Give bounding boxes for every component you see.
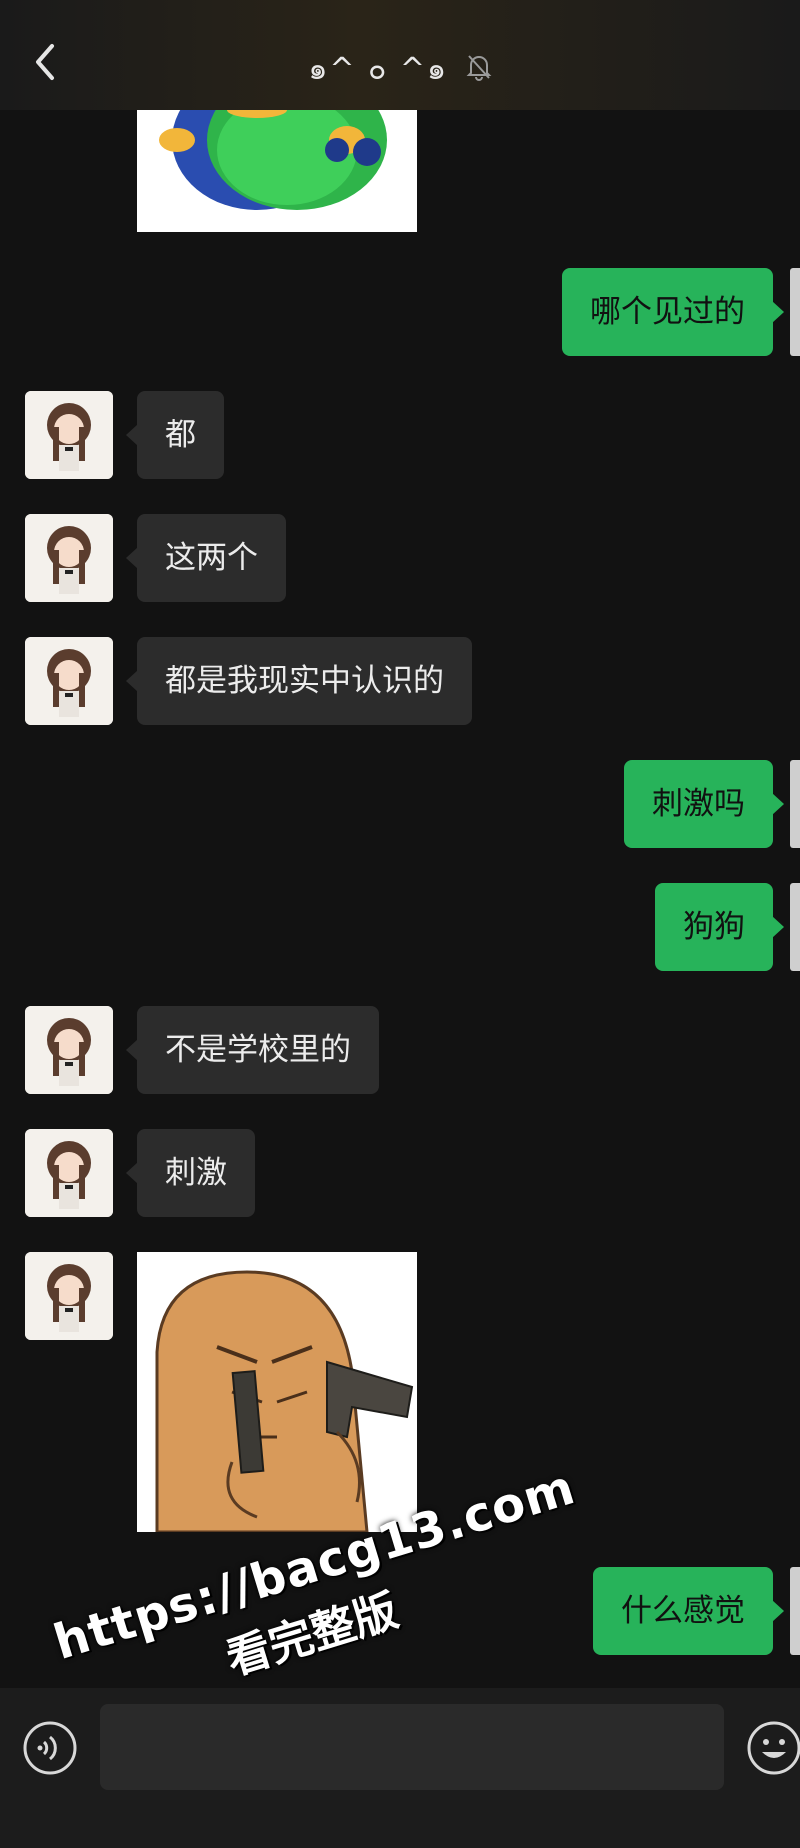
top-bar: ๑^ ๐ ^๑ [0,0,800,110]
message-row [0,1252,800,1532]
avatar[interactable] [790,268,800,356]
message-row: 都是我现实中认识的 [0,637,800,725]
message-bubble-out[interactable]: 哪个见过的 [562,268,784,356]
message-bubble-in[interactable]: 不是学校里的 [126,1006,379,1094]
message-row: 什么感觉 [0,1567,800,1655]
avatar[interactable] [25,1129,113,1217]
avatar[interactable] [25,514,113,602]
message-bubble-in[interactable]: 这两个 [126,514,286,602]
emoji-icon[interactable] [746,1720,800,1776]
message-row: 刺激 [0,1129,800,1217]
message-bubble-out[interactable]: 狗狗 [655,883,784,971]
avatar[interactable] [25,391,113,479]
sticker-image[interactable] [137,1252,417,1532]
avatar[interactable] [790,883,800,971]
chat-title: ๑^ ๐ ^๑ [308,52,449,87]
bell-off-icon [466,53,492,89]
message-input[interactable] [100,1704,724,1790]
avatar[interactable] [790,1567,800,1655]
message-row: 都 [0,391,800,479]
message-bubble-out[interactable]: 什么感觉 [593,1567,784,1655]
voice-icon[interactable] [22,1720,78,1776]
avatar[interactable] [25,1252,113,1340]
input-bar [0,1688,800,1848]
message-bubble-out[interactable]: 刺激吗 [624,760,784,848]
message-bubble-in[interactable]: 刺激 [126,1129,255,1217]
sticker-image[interactable] [137,110,417,232]
avatar[interactable] [25,637,113,725]
message-bubble-in[interactable]: 都是我现实中认识的 [126,637,472,725]
avatar[interactable] [25,1006,113,1094]
avatar[interactable] [790,760,800,848]
chat-title-container: ๑^ ๐ ^๑ [0,46,800,93]
message-row: 这两个 [0,514,800,602]
message-bubble-in[interactable]: 都 [126,391,224,479]
message-row: 不是学校里的 [0,1006,800,1094]
message-row: 刺激吗 [0,760,800,848]
message-row: 狗狗 [0,883,800,971]
message-row: 哪个见过的 [0,268,800,356]
